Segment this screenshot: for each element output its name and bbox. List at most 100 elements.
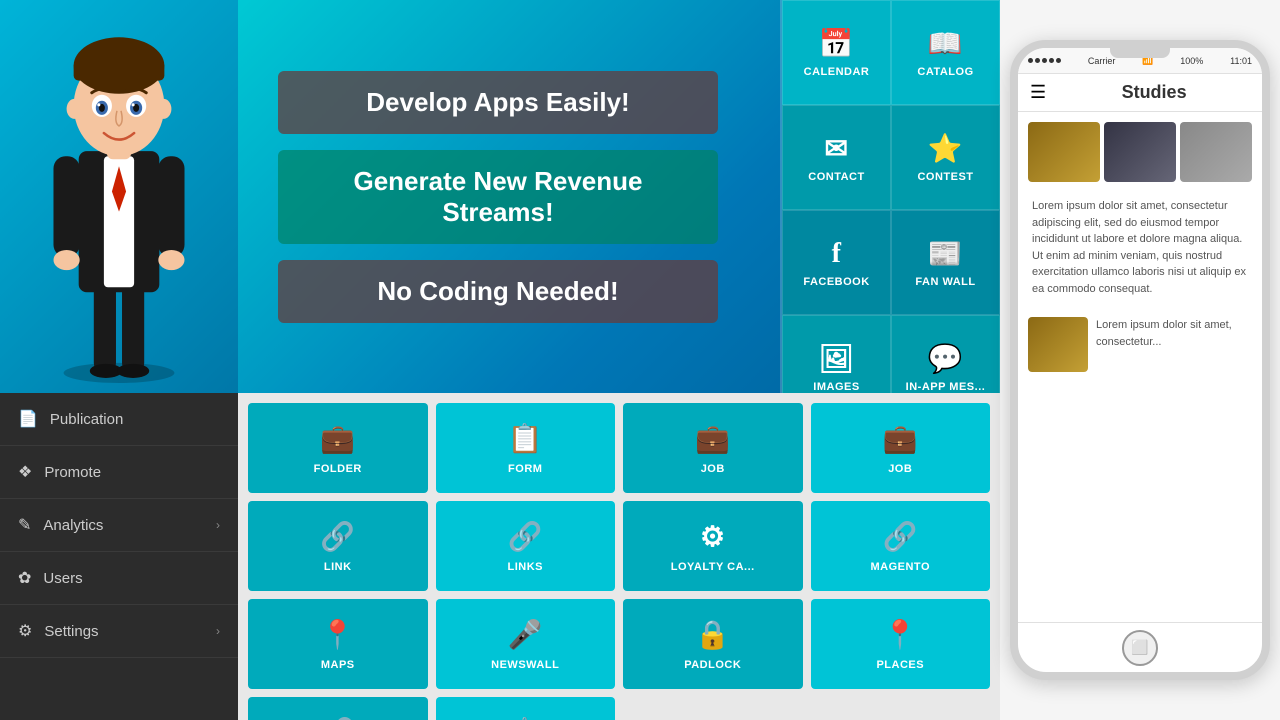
images-label: IMAGES (813, 381, 859, 393)
tile-label-folder: FOLDER (314, 463, 362, 475)
tile-label-padlock: PADLOCK (684, 659, 741, 671)
grid-cell-images[interactable]: 🖼 IMAGES (782, 315, 891, 393)
tile-loyaltyca[interactable]: ⚙ LOYALTY CA... (623, 501, 803, 591)
form-icon: 📋 (508, 422, 543, 455)
tile-job2[interactable]: 💼 JOB (811, 403, 991, 493)
sidebar-item-promote[interactable]: ❖ Promote (0, 446, 238, 499)
sidebar-item-publication[interactable]: 📄 Publication (0, 393, 238, 446)
top-icon-grid: 📅 CALENDAR 📖 CATALOG ✉ CONTACT ⭐ CONTEST… (780, 0, 1000, 393)
fanwall-label: FAN WALL (915, 276, 975, 288)
sidebar-hero (0, 0, 238, 393)
tile-label-job1: JOB (701, 463, 725, 475)
inapp-icon: 💬 (928, 342, 963, 375)
tile-label-job2: JOB (888, 463, 912, 475)
settings-chevron: › (216, 624, 220, 638)
padlock-icon: 🔒 (695, 618, 730, 651)
tile-privacypo[interactable]: 📋 PRIVACY PO... (436, 697, 616, 720)
sidebar-item-analytics[interactable]: ✎ Analytics › (0, 499, 238, 552)
grid-cell-catalog[interactable]: 📖 CATALOG (891, 0, 1000, 105)
tile-padlock[interactable]: 🔒 PADLOCK (623, 599, 803, 689)
analytics-icon: ✎ (18, 515, 31, 535)
tile-magento[interactable]: 🔗 MAGENTO (811, 501, 991, 591)
phone-frame: Carrier 📶 100% 11:01 ☰ Studies Lorem ips… (1010, 40, 1270, 680)
phone-body-text: Lorem ipsum dolor sit amet, consectetur … (1028, 194, 1252, 301)
hero-section: Develop Apps Easily! Generate New Revenu… (238, 0, 1000, 393)
grid-cell-facebook[interactable]: f FACEBOOK (782, 210, 891, 315)
tile-places[interactable]: 📍 PLACES (811, 599, 991, 689)
sidebar-label-publication: Publication (50, 411, 123, 428)
promote-icon: ❖ (18, 462, 32, 482)
tile-prestashop[interactable]: 🔗 PRESTASHOP (248, 697, 428, 720)
sidebar-item-settings[interactable]: ⚙ Settings › (0, 605, 238, 658)
sidebar: 📄 Publication ❖ Promote ✎ Analytics › ✿ … (0, 0, 238, 720)
contest-label: CONTEST (917, 171, 973, 183)
tile-label-link: LINK (324, 561, 352, 573)
privacypo-icon: 📋 (508, 716, 543, 720)
character-illustration (0, 0, 238, 383)
hero-banner-2: Generate New Revenue Streams! (278, 150, 718, 244)
tile-label-places: PLACES (876, 659, 924, 671)
sidebar-label-analytics: Analytics (43, 517, 103, 534)
images-icon: 🖼 (818, 342, 854, 375)
contact-icon: ✉ (825, 132, 849, 165)
article-text: Lorem ipsum dolor sit amet, consectetur.… (1096, 317, 1252, 350)
main-area: Develop Apps Easily! Generate New Revenu… (238, 0, 1000, 720)
phone-article: Lorem ipsum dolor sit amet, consectetur.… (1028, 317, 1252, 372)
contest-icon: ⭐ (928, 132, 963, 165)
phone-thumb-1 (1028, 122, 1100, 182)
job1-icon: 💼 (695, 422, 730, 455)
facebook-icon: f (832, 238, 842, 270)
link-icon: 🔗 (320, 520, 355, 553)
sidebar-label-promote: Promote (44, 464, 101, 481)
article-thumbnail (1028, 317, 1088, 372)
grid-cell-calendar[interactable]: 📅 CALENDAR (782, 0, 891, 105)
grid-cell-inapp[interactable]: 💬 IN-APP MES... (891, 315, 1000, 393)
tile-label-magento: MAGENTO (870, 561, 930, 573)
hero-banner-1: Develop Apps Easily! (278, 71, 718, 134)
phone-home-button[interactable]: ⬜ (1122, 630, 1158, 666)
grid-cell-fanwall[interactable]: 📰 FAN WALL (891, 210, 1000, 315)
phone-carrier: Carrier (1088, 56, 1116, 66)
hero-banner-3: No Coding Needed! (278, 260, 718, 323)
tile-label-loyaltyca: LOYALTY CA... (671, 561, 755, 573)
phone-battery: 100% (1180, 56, 1203, 66)
sidebar-item-users[interactable]: ✿ Users (0, 552, 238, 605)
tile-job1[interactable]: 💼 JOB (623, 403, 803, 493)
grid-cell-contact[interactable]: ✉ CONTACT (782, 105, 891, 210)
phone-notch (1110, 48, 1170, 58)
tile-folder[interactable]: 💼 FOLDER (248, 403, 428, 493)
tile-maps[interactable]: 📍 MAPS (248, 599, 428, 689)
contact-label: CONTACT (808, 171, 864, 183)
users-icon: ✿ (18, 568, 31, 588)
sidebar-label-users: Users (43, 570, 82, 587)
grid-cell-contest[interactable]: ⭐ CONTEST (891, 105, 1000, 210)
calendar-label: CALENDAR (804, 66, 870, 78)
phone-image-row (1028, 122, 1252, 182)
tile-newswall[interactable]: 🎤 NEWSWALL (436, 599, 616, 689)
tile-label-newswall: NEWSWALL (491, 659, 559, 671)
phone-content: Lorem ipsum dolor sit amet, consectetur … (1018, 112, 1262, 622)
catalog-label: CATALOG (917, 66, 973, 78)
folder-icon: 💼 (320, 422, 355, 455)
maps-icon: 📍 (320, 618, 355, 651)
hamburger-menu-icon[interactable]: ☰ (1030, 82, 1046, 103)
tile-label-links: LINKS (508, 561, 544, 573)
phone-thumb-3 (1180, 122, 1252, 182)
prestashop-icon: 🔗 (320, 716, 355, 720)
phone-dots (1028, 58, 1061, 63)
tile-label-form: FORM (508, 463, 542, 475)
analytics-chevron: › (216, 518, 220, 532)
phone-mockup-area: Carrier 📶 100% 11:01 ☰ Studies Lorem ips… (1000, 0, 1280, 720)
tile-link[interactable]: 🔗 LINK (248, 501, 428, 591)
job2-icon: 💼 (883, 422, 918, 455)
tile-links[interactable]: 🔗 LINKS (436, 501, 616, 591)
phone-thumb-2 (1104, 122, 1176, 182)
tile-form[interactable]: 📋 FORM (436, 403, 616, 493)
settings-icon: ⚙ (18, 621, 32, 641)
phone-screen-title: Studies (1058, 82, 1250, 103)
phone-time: 11:01 (1230, 56, 1252, 66)
catalog-icon: 📖 (928, 27, 963, 60)
fanwall-icon: 📰 (928, 237, 963, 270)
sidebar-label-settings: Settings (44, 623, 98, 640)
newswall-icon: 🎤 (508, 618, 543, 651)
